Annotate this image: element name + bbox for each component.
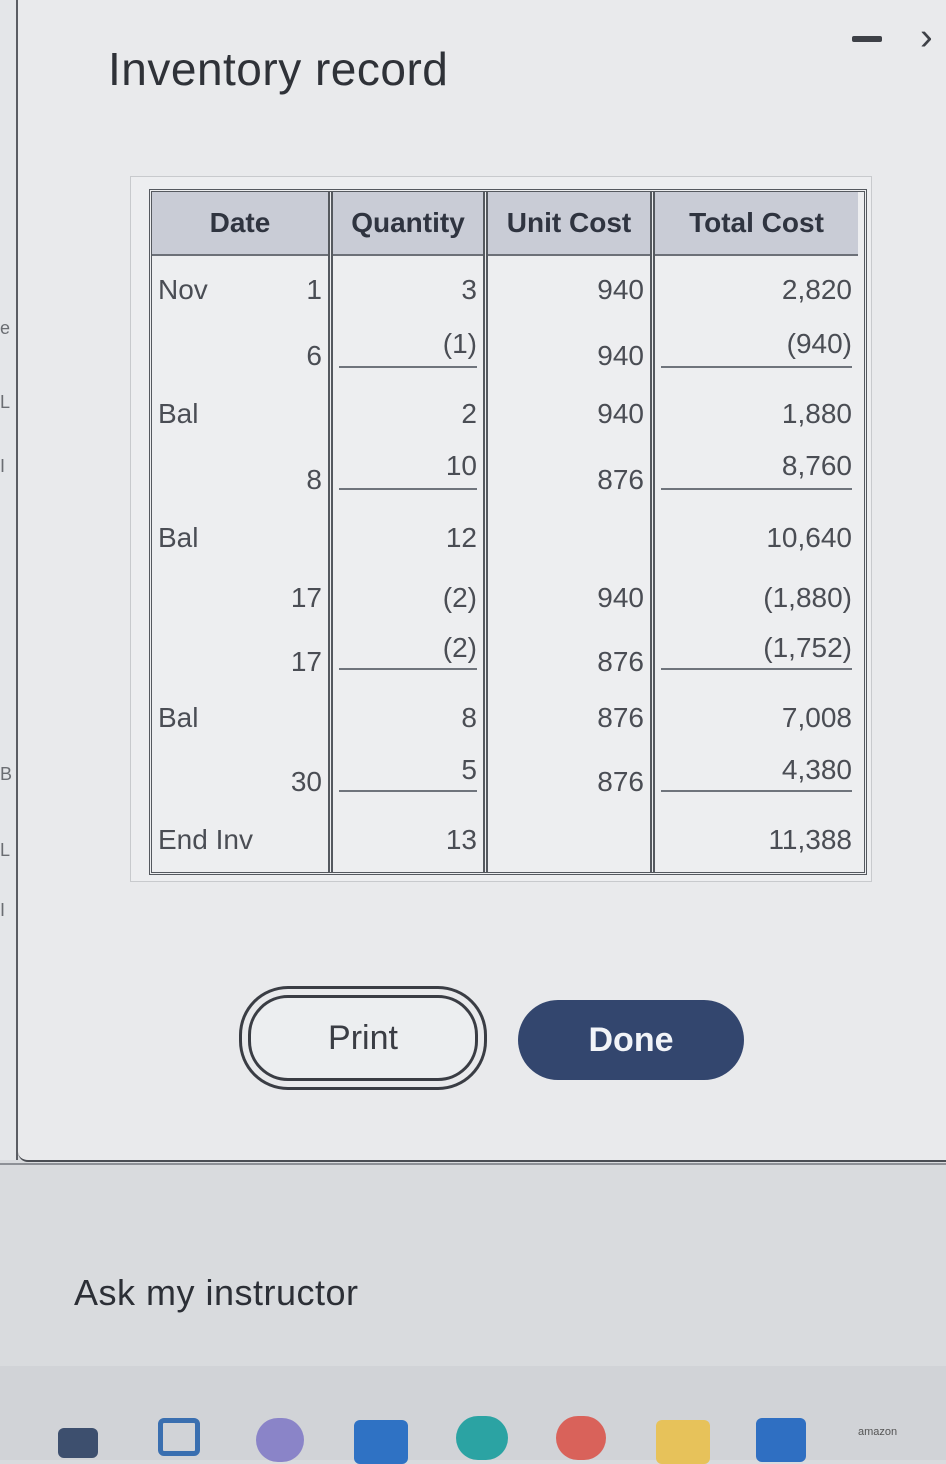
- widgets-icon[interactable]: [158, 1418, 200, 1456]
- total-cost-cell: (1,880): [763, 582, 852, 613]
- ask-my-instructor-link[interactable]: Ask my instructor: [74, 1272, 359, 1314]
- subtotal-underline: [661, 488, 852, 490]
- minimize-icon[interactable]: [852, 36, 882, 42]
- background-window-edge: e L I B L I: [0, 0, 18, 1160]
- date-column: Date Nov 1 6 Bal 8 Bal 17 17 Bal 30 End …: [152, 192, 333, 872]
- unit-cost-cell: 876: [597, 702, 644, 733]
- date-day: 1: [306, 274, 322, 305]
- column-header-unit-cost: Unit Cost: [488, 192, 650, 256]
- date-label: Bal: [158, 702, 199, 733]
- teams-icon[interactable]: [256, 1418, 304, 1462]
- background-text-fragment: L: [0, 840, 11, 860]
- date-day: 30: [290, 766, 322, 797]
- unit-cost-column: Unit Cost 940 940 940 876 940 876 876 87…: [488, 192, 655, 872]
- unit-cost-cell: 940: [597, 340, 644, 371]
- column-header-total-cost: Total Cost: [655, 192, 858, 256]
- date-label: End Inv: [158, 824, 253, 855]
- date-day: 17: [290, 646, 322, 677]
- total-cost-column: Total Cost 2,820 (940) 1,880 8,760 10,64…: [655, 192, 858, 872]
- date-day: 6: [306, 340, 322, 371]
- total-cost-cell: 2,820: [781, 274, 852, 305]
- total-cost-cell: 1,880: [781, 398, 852, 429]
- quantity-cell: 2: [461, 398, 477, 429]
- mail-icon[interactable]: [354, 1420, 408, 1464]
- date-day: 17: [290, 582, 322, 613]
- folder-icon[interactable]: [656, 1420, 710, 1464]
- background-text-fragment: I: [0, 900, 6, 920]
- total-cost-cell: (1,752): [763, 632, 852, 663]
- subtotal-underline: [661, 668, 852, 670]
- date-label: Bal: [158, 398, 199, 429]
- amazon-icon[interactable]: amazon: [858, 1426, 897, 1438]
- dialog-title: Inventory record: [108, 43, 449, 95]
- total-cost-cell: 7,008: [781, 702, 852, 733]
- unit-cost-cell: 876: [597, 646, 644, 677]
- quantity-column: Quantity 3 (1) 2 10 12 (2) (2) 8 5 13: [333, 192, 488, 872]
- unit-cost-cell: 940: [597, 398, 644, 429]
- unit-cost-cell: 940: [597, 582, 644, 613]
- quantity-cell: (2): [442, 632, 477, 663]
- total-cost-cell: 11,388: [768, 824, 852, 855]
- done-button[interactable]: Done: [518, 1000, 744, 1080]
- print-button[interactable]: Print: [248, 995, 478, 1081]
- total-cost-cell: (940): [786, 328, 852, 359]
- column-header-quantity: Quantity: [333, 192, 483, 256]
- background-text-fragment: L: [0, 392, 11, 412]
- inventory-record-dialog: Inventory record › Date Nov 1 6 Bal 8 Ba…: [18, 0, 946, 1162]
- divider: [0, 1163, 946, 1165]
- background-text-fragment: I: [0, 456, 6, 476]
- date-label: Nov: [158, 274, 208, 305]
- subtotal-underline: [339, 668, 477, 670]
- inventory-table: Date Nov 1 6 Bal 8 Bal 17 17 Bal 30 End …: [149, 189, 867, 875]
- background-text-fragment: B: [0, 764, 12, 784]
- subtotal-underline: [339, 790, 477, 792]
- date-day: 8: [306, 464, 322, 495]
- quantity-cell: 5: [461, 754, 477, 785]
- quantity-cell: 13: [445, 824, 477, 855]
- background-text-fragment: e: [0, 318, 11, 338]
- taskbar: amazon: [0, 1366, 946, 1464]
- column-header-date: Date: [152, 192, 328, 256]
- quantity-cell: 8: [461, 702, 477, 733]
- store-icon[interactable]: [756, 1418, 806, 1462]
- subtotal-underline: [661, 790, 852, 792]
- quantity-cell: (1): [442, 328, 477, 359]
- unit-cost-cell: 940: [597, 274, 644, 305]
- quantity-cell: 3: [461, 274, 477, 305]
- quantity-cell: (2): [442, 582, 477, 613]
- edge-icon[interactable]: [456, 1416, 508, 1460]
- file-explorer-icon[interactable]: [58, 1428, 98, 1458]
- unit-cost-cell: 876: [597, 464, 644, 495]
- subtotal-underline: [339, 366, 477, 368]
- total-cost-cell: 8,760: [781, 450, 852, 481]
- unit-cost-cell: 876: [597, 766, 644, 797]
- total-cost-cell: 4,380: [781, 754, 852, 785]
- chevron-right-icon[interactable]: ›: [920, 16, 933, 59]
- total-cost-cell: 10,640: [766, 522, 852, 553]
- inventory-table-frame: Date Nov 1 6 Bal 8 Bal 17 17 Bal 30 End …: [130, 176, 872, 882]
- date-label: Bal: [158, 522, 199, 553]
- chrome-icon[interactable]: [556, 1416, 606, 1460]
- quantity-cell: 10: [445, 450, 477, 481]
- quantity-cell: 12: [445, 522, 477, 553]
- subtotal-underline: [661, 366, 852, 368]
- subtotal-underline: [339, 488, 477, 490]
